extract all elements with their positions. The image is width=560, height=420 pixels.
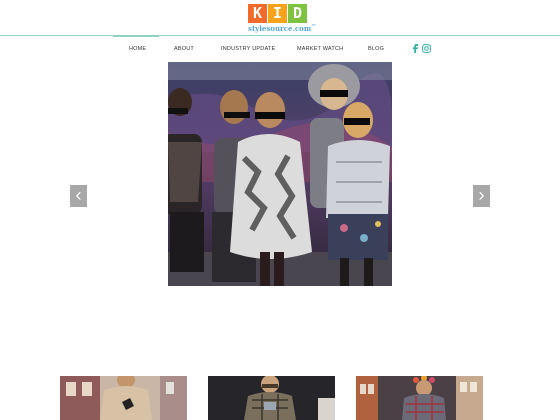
logo-letter-d: D — [288, 4, 307, 23]
nav-item-about[interactable]: ABOUT — [174, 46, 194, 52]
thumbnail-3[interactable] — [356, 376, 483, 420]
logo-tagline-text: stylesource.com — [248, 24, 312, 33]
thumbnail-1[interactable] — [60, 376, 187, 420]
hero-slider-image[interactable] — [168, 62, 392, 286]
facebook-icon[interactable] — [412, 44, 418, 55]
chevron-right-icon: › — [478, 185, 485, 205]
nav-active-indicator — [113, 36, 159, 37]
slider-prev-button[interactable]: ‹ — [70, 185, 87, 207]
trademark-mark: ™ — [311, 24, 317, 30]
thumbnail-2[interactable] — [208, 376, 335, 420]
nav-item-blog[interactable]: BLOG — [368, 46, 384, 52]
logo-tagline: stylesource.com™ — [248, 24, 316, 33]
logo-letter-i: I — [268, 4, 287, 23]
thumbnail-2-photo — [208, 376, 335, 420]
chevron-left-icon: ‹ — [75, 185, 82, 205]
thumbnail-1-photo — [60, 376, 187, 420]
slider-next-button[interactable]: › — [473, 185, 490, 207]
nav-item-industry-update[interactable]: INDUSTRY UPDATE — [221, 46, 275, 52]
kid-stylesource-logo[interactable]: K I D stylesource.com™ — [248, 4, 316, 34]
runway-photo — [168, 62, 392, 286]
site-header: K I D stylesource.com™ — [0, 0, 560, 36]
logo-letter-k: K — [248, 4, 267, 23]
instagram-icon[interactable] — [422, 44, 431, 55]
nav-item-market-watch[interactable]: MARKET WATCH — [297, 46, 343, 52]
thumbnail-3-photo — [356, 376, 483, 420]
logo-tiles: K I D — [248, 4, 312, 23]
main-nav: HOME ABOUT INDUSTRY UPDATE MARKET WATCH … — [0, 36, 560, 62]
nav-item-home[interactable]: HOME — [129, 46, 146, 52]
